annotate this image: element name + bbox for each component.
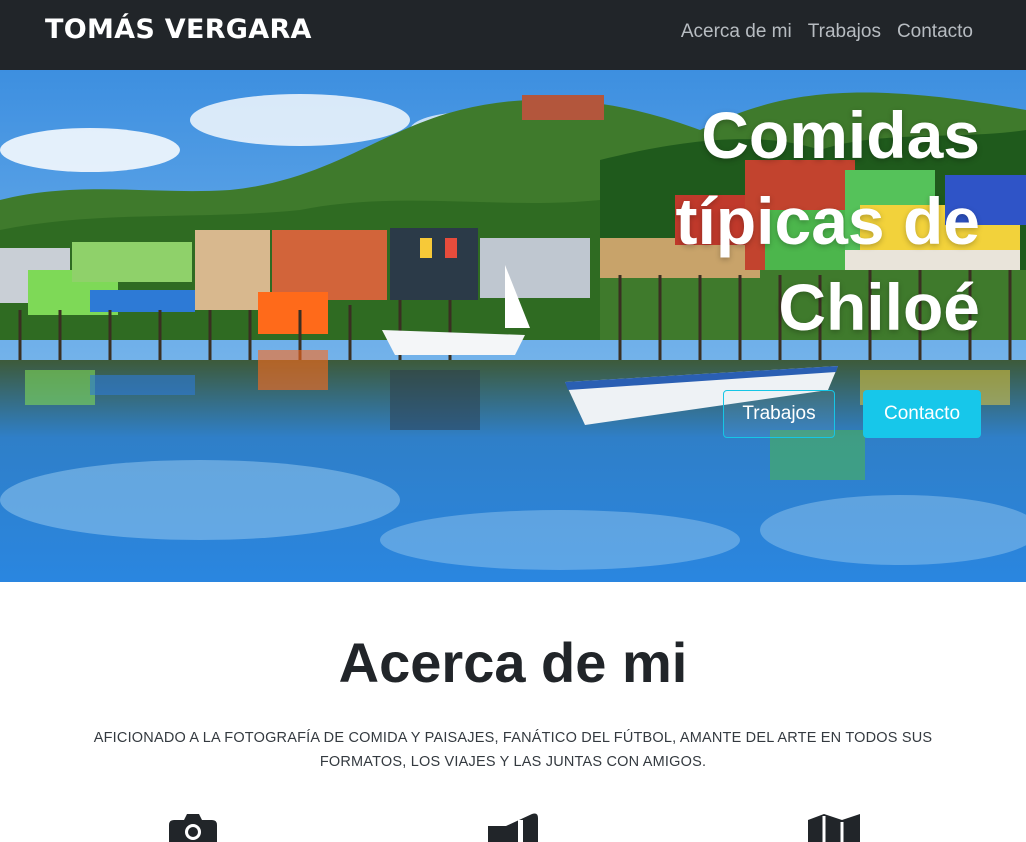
megaphone-icon: [488, 813, 538, 842]
navbar: TOMÁS VERGARA Acerca de mi Trabajos Cont…: [0, 0, 1026, 70]
hero-section: Comidas típicas de Chiloé Trabajos Conta…: [0, 70, 1026, 582]
about-section: Acerca de mi AFICIONADO A LA FOTOGRAFÍA …: [0, 582, 1026, 842]
nav-links: Acerca de mi Trabajos Contacto: [681, 21, 973, 43]
nav-link-trabajos[interactable]: Trabajos: [808, 21, 881, 43]
camera-icon: [169, 814, 217, 842]
nav-link-contacto[interactable]: Contacto: [897, 21, 973, 43]
contacto-button[interactable]: Contacto: [863, 390, 981, 438]
nav-link-acerca[interactable]: Acerca de mi: [681, 21, 792, 43]
about-title: Acerca de mi: [338, 631, 688, 694]
about-description: AFICIONADO A LA FOTOGRAFÍA DE COMIDA Y P…: [93, 730, 933, 770]
trabajos-button[interactable]: Trabajos: [723, 390, 835, 438]
brand-logo[interactable]: TOMÁS VERGARA: [45, 14, 312, 45]
map-icon: [808, 814, 860, 842]
hero-title: Comidas típicas de Chiloé: [675, 98, 980, 344]
